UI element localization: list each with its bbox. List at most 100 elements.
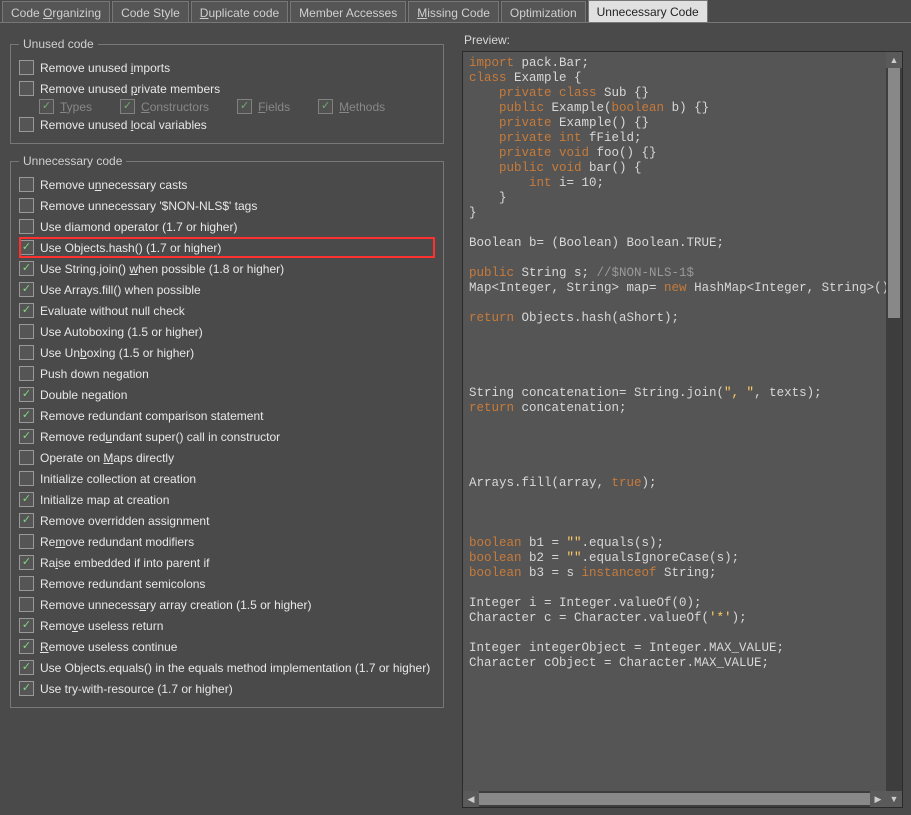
tab-unnecessary-code[interactable]: Unnecessary Code xyxy=(588,0,708,22)
unnecessary-option-5[interactable]: Use Arrays.fill() when possible xyxy=(19,279,435,300)
checkbox-icon[interactable] xyxy=(19,681,34,696)
checkbox-label: Initialize collection at creation xyxy=(40,472,196,486)
checkbox-icon[interactable] xyxy=(19,513,34,528)
checkbox-label: Use Autoboxing (1.5 or higher) xyxy=(40,325,203,339)
checkbox-icon[interactable] xyxy=(19,387,34,402)
unnecessary-option-18[interactable]: Raise embedded if into parent if xyxy=(19,552,435,573)
preview-code: import pack.Bar; class Example { private… xyxy=(463,52,886,807)
tab-optimization[interactable]: Optimization xyxy=(501,1,586,22)
unnecessary-option-16[interactable]: Remove overridden assignment xyxy=(19,510,435,531)
checkbox-label: Remove unnecessary array creation (1.5 o… xyxy=(40,598,311,612)
checkbox-icon[interactable] xyxy=(19,408,34,423)
checkbox-icon[interactable] xyxy=(19,618,34,633)
unnecessary-option-8[interactable]: Use Unboxing (1.5 or higher) xyxy=(19,342,435,363)
unnecessary-option-21[interactable]: Remove useless return xyxy=(19,615,435,636)
checkbox-icon[interactable] xyxy=(19,597,34,612)
unnecessary-option-1[interactable]: Remove unnecessary '$NON-NLS$' tags xyxy=(19,195,435,216)
checkbox-label: Operate on Maps directly xyxy=(40,451,174,465)
checkbox-icon[interactable] xyxy=(19,240,34,255)
checkbox-label: Remove unnecessary '$NON-NLS$' tags xyxy=(40,199,257,213)
checkbox-icon xyxy=(39,99,54,114)
checkbox-icon xyxy=(237,99,252,114)
unnecessary-code-legend: Unnecessary code xyxy=(19,154,126,168)
checkbox-icon[interactable] xyxy=(19,366,34,381)
checkbox-icon[interactable] xyxy=(19,429,34,444)
checkbox-label: Use Objects.hash() (1.7 or higher) xyxy=(40,241,221,255)
checkbox-icon[interactable] xyxy=(19,660,34,675)
checkbox-label: Remove redundant modifiers xyxy=(40,535,194,549)
checkbox-label: Remove overridden assignment xyxy=(40,514,209,528)
unnecessary-option-23[interactable]: Use Objects.equals() in the equals metho… xyxy=(19,657,435,678)
checkbox-label: Types xyxy=(60,100,92,114)
checkbox-icon[interactable] xyxy=(19,219,34,234)
checkbox-label: Initialize map at creation xyxy=(40,493,169,507)
unnecessary-option-9[interactable]: Push down negation xyxy=(19,363,435,384)
vertical-scrollbar[interactable]: ▲ ▼ xyxy=(886,52,902,807)
checkbox-label: Methods xyxy=(339,100,385,114)
horizontal-scrollbar[interactable]: ◀ ▶ xyxy=(463,791,886,807)
checkbox-icon[interactable] xyxy=(19,345,34,360)
unnecessary-option-12[interactable]: Remove redundant super() call in constru… xyxy=(19,426,435,447)
left-pane: Unused code Remove unused imports Remove … xyxy=(0,23,454,815)
tab-missing-code[interactable]: Missing Code xyxy=(408,1,499,22)
unnecessary-option-17[interactable]: Remove redundant modifiers xyxy=(19,531,435,552)
checkbox-icon[interactable] xyxy=(19,60,34,75)
checkbox-label: Use Objects.equals() in the equals metho… xyxy=(40,661,430,675)
checkbox-icon[interactable] xyxy=(19,492,34,507)
checkbox-icon[interactable] xyxy=(19,177,34,192)
unnecessary-option-6[interactable]: Evaluate without null check xyxy=(19,300,435,321)
checkbox-label: Remove unused imports xyxy=(40,61,170,75)
unnecessary-code-group: Unnecessary code Remove unnecessary cast… xyxy=(10,154,444,708)
unused-sub-3: Methods xyxy=(318,99,385,114)
unused-option-last[interactable]: Remove unused local variables xyxy=(19,114,435,135)
unused-option-0[interactable]: Remove unused imports xyxy=(19,57,435,78)
unnecessary-option-4[interactable]: Use String.join() when possible (1.8 or … xyxy=(19,258,435,279)
checkbox-label: Raise embedded if into parent if xyxy=(40,556,209,570)
unnecessary-option-13[interactable]: Operate on Maps directly xyxy=(19,447,435,468)
checkbox-icon[interactable] xyxy=(19,81,34,96)
tab-member-accesses[interactable]: Member Accesses xyxy=(290,1,406,22)
checkbox-icon[interactable] xyxy=(19,555,34,570)
checkbox-icon[interactable] xyxy=(19,117,34,132)
checkbox-icon[interactable] xyxy=(19,198,34,213)
checkbox-icon[interactable] xyxy=(19,450,34,465)
unnecessary-option-14[interactable]: Initialize collection at creation xyxy=(19,468,435,489)
preview-pane: import pack.Bar; class Example { private… xyxy=(462,51,903,808)
checkbox-icon[interactable] xyxy=(19,576,34,591)
checkbox-label: Use String.join() when possible (1.8 or … xyxy=(40,262,284,276)
unnecessary-option-15[interactable]: Initialize map at creation xyxy=(19,489,435,510)
checkbox-icon[interactable] xyxy=(19,303,34,318)
scroll-left-icon[interactable]: ◀ xyxy=(463,791,479,807)
unnecessary-option-10[interactable]: Double negation xyxy=(19,384,435,405)
checkbox-label: Remove unused local variables xyxy=(40,118,207,132)
tab-duplicate-code[interactable]: Duplicate code xyxy=(191,1,288,22)
checkbox-icon[interactable] xyxy=(19,324,34,339)
unnecessary-option-7[interactable]: Use Autoboxing (1.5 or higher) xyxy=(19,321,435,342)
checkbox-icon[interactable] xyxy=(19,534,34,549)
unnecessary-option-19[interactable]: Remove redundant semicolons xyxy=(19,573,435,594)
tab-code-organizing[interactable]: Code Organizing xyxy=(2,1,110,22)
unnecessary-option-22[interactable]: Remove useless continue xyxy=(19,636,435,657)
vertical-scroll-thumb[interactable] xyxy=(888,68,900,318)
checkbox-icon[interactable] xyxy=(19,639,34,654)
checkbox-icon[interactable] xyxy=(19,282,34,297)
scroll-up-icon[interactable]: ▲ xyxy=(886,52,902,68)
checkbox-label: Remove redundant semicolons xyxy=(40,577,205,591)
horizontal-scroll-thumb[interactable] xyxy=(479,793,870,805)
tab-code-style[interactable]: Code Style xyxy=(112,1,189,22)
scroll-right-icon[interactable]: ▶ xyxy=(870,791,886,807)
unnecessary-option-20[interactable]: Remove unnecessary array creation (1.5 o… xyxy=(19,594,435,615)
right-pane: Preview: import pack.Bar; class Example … xyxy=(454,23,911,815)
unnecessary-option-11[interactable]: Remove redundant comparison statement xyxy=(19,405,435,426)
checkbox-icon[interactable] xyxy=(19,261,34,276)
unused-code-legend: Unused code xyxy=(19,37,98,51)
unnecessary-option-0[interactable]: Remove unnecessary casts xyxy=(19,174,435,195)
unused-option-1[interactable]: Remove unused private members xyxy=(19,78,435,99)
checkbox-icon[interactable] xyxy=(19,471,34,486)
unnecessary-option-3[interactable]: Use Objects.hash() (1.7 or higher) xyxy=(19,237,435,258)
unnecessary-option-24[interactable]: Use try-with-resource (1.7 or higher) xyxy=(19,678,435,699)
checkbox-label: Use Unboxing (1.5 or higher) xyxy=(40,346,194,360)
checkbox-label: Evaluate without null check xyxy=(40,304,185,318)
scroll-down-icon[interactable]: ▼ xyxy=(886,791,902,807)
unnecessary-option-2[interactable]: Use diamond operator (1.7 or higher) xyxy=(19,216,435,237)
